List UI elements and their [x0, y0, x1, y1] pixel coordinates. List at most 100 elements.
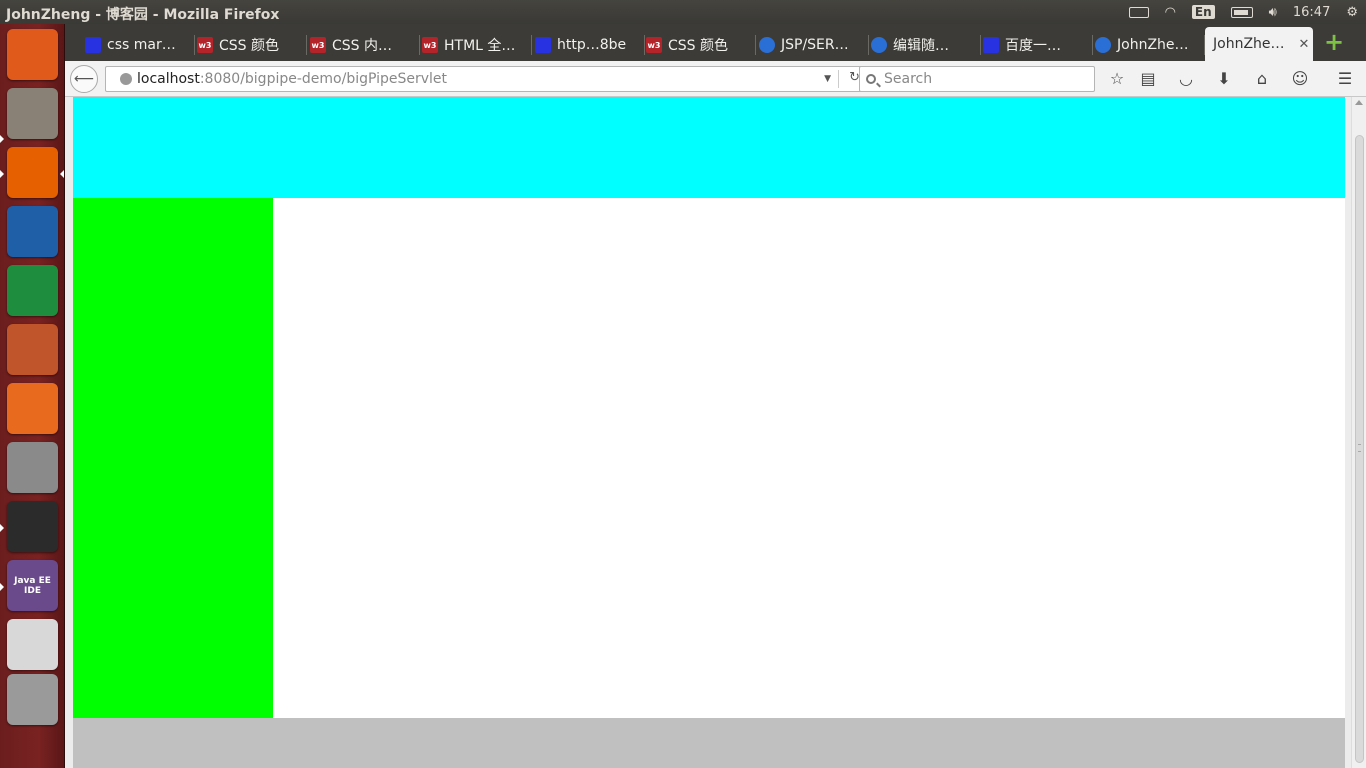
- bookmark-star-icon[interactable]: ☆: [1106, 68, 1128, 90]
- tab-separator: [1092, 35, 1093, 55]
- tab-separator: [755, 35, 756, 55]
- tab-label: CSS 颜色: [219, 38, 279, 54]
- tab-separator: [644, 35, 645, 55]
- tab-active[interactable]: JohnZhe… ✕: [1205, 27, 1313, 61]
- launcher-text-editor-icon[interactable]: [7, 619, 58, 670]
- url-bar[interactable]: localhost:8080/bigpipe-demo/bigPipeServl…: [105, 66, 870, 92]
- page-content: [73, 97, 1345, 768]
- launcher-libreoffice-impress-icon[interactable]: [7, 324, 58, 375]
- tab[interactable]: w3 HTML 全…: [422, 29, 532, 61]
- window-title: JohnZheng - 博客园 - Mozilla Firefox: [6, 7, 280, 23]
- grip-icon: [1358, 444, 1361, 452]
- w3-favicon-icon: w3: [422, 37, 438, 53]
- wifi-icon[interactable]: ◠: [1165, 5, 1176, 20]
- launcher-system-settings-icon[interactable]: [7, 442, 58, 493]
- launcher-libreoffice-writer-icon[interactable]: [7, 206, 58, 257]
- header-pagelet: [73, 97, 1345, 198]
- globe-icon: [120, 73, 132, 85]
- tab-label: JohnZhe…: [1213, 36, 1285, 52]
- tab[interactable]: JSP/SER…: [759, 29, 869, 61]
- system-top-panel: JohnZheng - 博客园 - Mozilla Firefox ◠ En 🔊…: [0, 0, 1366, 24]
- tab-separator: [306, 35, 307, 55]
- vertical-scrollbar[interactable]: [1351, 97, 1366, 768]
- tab-label: 百度一…: [1005, 38, 1061, 54]
- main-pagelet: [273, 198, 1345, 718]
- w3-favicon-icon: w3: [646, 37, 662, 53]
- search-input[interactable]: Search: [859, 66, 1095, 92]
- tab[interactable]: w3 CSS 颜色: [646, 29, 756, 61]
- tab[interactable]: css mar…: [85, 29, 195, 61]
- battery-icon[interactable]: [1230, 6, 1253, 18]
- tab[interactable]: JohnZhe…: [1095, 29, 1205, 61]
- tab-label: 编辑随…: [893, 38, 949, 54]
- launcher-running-indicator: [0, 170, 4, 178]
- hamburger-menu-icon[interactable]: ☰: [1334, 68, 1356, 90]
- dropdown-arrow-icon[interactable]: ▼: [824, 74, 831, 84]
- launcher-trash-icon[interactable]: [7, 674, 58, 725]
- keyboard-icon[interactable]: [1128, 6, 1149, 18]
- footer-pagelet: [73, 718, 1345, 768]
- firefox-window: css mar… w3 CSS 颜色 w3 CSS 内… w3 HTML 全… http…8b…: [65, 24, 1366, 768]
- close-icon[interactable]: ✕: [1299, 37, 1310, 52]
- cnblogs-favicon-icon: [871, 37, 887, 53]
- input-method-indicator[interactable]: En: [1191, 5, 1215, 19]
- tab-separator: [980, 35, 981, 55]
- tab-separator: [194, 35, 195, 55]
- tab-label: css mar…: [107, 37, 176, 53]
- baidu-favicon-icon: [983, 37, 999, 53]
- launcher-libreoffice-calc-icon[interactable]: [7, 265, 58, 316]
- pocket-icon[interactable]: ◡: [1175, 68, 1197, 90]
- home-icon[interactable]: ⌂: [1251, 68, 1273, 90]
- baidu-favicon-icon: [535, 37, 551, 53]
- volume-icon[interactable]: 🔊︎: [1269, 5, 1277, 20]
- tab-separator: [531, 35, 532, 55]
- navigation-toolbar: ⟵ localhost:8080/bigpipe-demo/bigPipeSer…: [65, 61, 1366, 97]
- launcher-running-indicator: [0, 135, 4, 143]
- tab[interactable]: 百度一…: [983, 29, 1093, 61]
- cnblogs-favicon-icon: [759, 37, 775, 53]
- scrollbar-thumb[interactable]: [1355, 135, 1364, 763]
- tab-label: CSS 颜色: [668, 38, 728, 54]
- tab-separator: [868, 35, 869, 55]
- launcher-firefox-icon[interactable]: [7, 147, 58, 198]
- launcher-running-indicator: [0, 524, 4, 532]
- tab[interactable]: http…8be: [535, 29, 645, 61]
- launcher-terminal-icon[interactable]: [7, 501, 58, 552]
- tab-separator: [419, 35, 420, 55]
- bookmarks-menu-icon[interactable]: ▤: [1137, 68, 1159, 90]
- tab-label: JohnZhe…: [1117, 37, 1189, 53]
- url-host: localhost: [137, 71, 200, 87]
- w3-favicon-icon: w3: [197, 37, 213, 53]
- tab-label: http…8be: [557, 37, 627, 53]
- launcher-software-center-icon[interactable]: [7, 383, 58, 434]
- chat-icon[interactable]: ☺: [1289, 68, 1311, 90]
- back-button[interactable]: ⟵: [70, 65, 98, 93]
- gear-icon[interactable]: ⚙: [1346, 5, 1358, 20]
- unity-launcher: Java EE IDE: [0, 24, 65, 768]
- baidu-favicon-icon: [85, 37, 101, 53]
- cnblogs-favicon-icon: [1095, 37, 1111, 53]
- tab-label: CSS 内…: [332, 38, 392, 54]
- clock[interactable]: 16:47: [1293, 5, 1330, 20]
- search-placeholder: Search: [884, 71, 933, 87]
- w3-favicon-icon: w3: [310, 37, 326, 53]
- sidebar-pagelet: [73, 198, 273, 718]
- launcher-files-icon[interactable]: [7, 88, 58, 139]
- launcher-ubuntu-dash-icon[interactable]: [7, 29, 58, 80]
- search-icon: [866, 74, 876, 84]
- url-path: :8080/bigpipe-demo/bigPipeServlet: [199, 71, 448, 87]
- tab[interactable]: w3 CSS 内…: [310, 29, 420, 61]
- scroll-up-arrow-icon[interactable]: [1355, 100, 1363, 105]
- tab-label: HTML 全…: [444, 38, 516, 54]
- launcher-java-ee-ide-icon[interactable]: Java EE IDE: [7, 560, 58, 611]
- arrow-left-icon: ⟵: [73, 71, 95, 87]
- tab-strip: css mar… w3 CSS 颜色 w3 CSS 内… w3 HTML 全… http…8b…: [65, 24, 1366, 61]
- system-tray: ◠ En 🔊︎ 16:47 ⚙: [1121, 0, 1366, 24]
- launcher-running-indicator: [0, 583, 4, 591]
- downloads-icon[interactable]: ⬇: [1213, 68, 1235, 90]
- tab[interactable]: w3 CSS 颜色: [197, 29, 307, 61]
- tab-label: JSP/SER…: [781, 37, 849, 53]
- url-divider: [838, 70, 839, 88]
- new-tab-plus-icon[interactable]: +: [1323, 30, 1345, 54]
- tab[interactable]: 编辑随…: [871, 29, 981, 61]
